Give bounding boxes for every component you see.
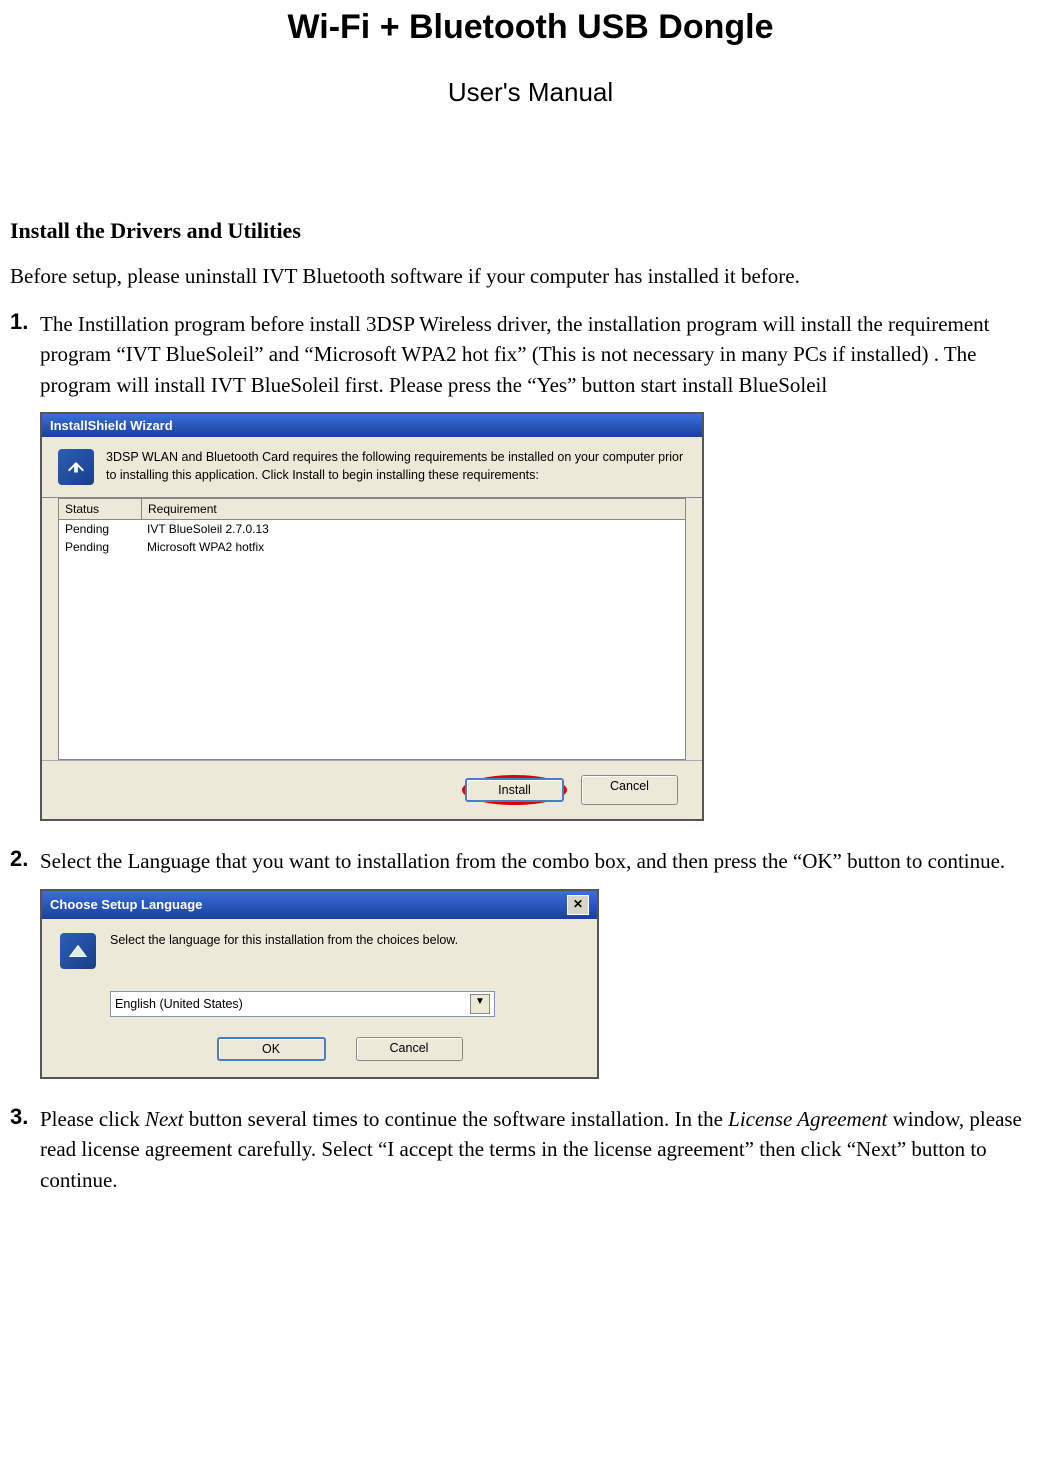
installer-icon [60,933,96,969]
row-requirement: IVT BlueSoleil 2.7.0.13 [141,520,685,538]
close-icon[interactable]: ✕ [567,895,589,915]
step-1-text: The Instillation program before install … [40,309,1051,400]
wizard-description: 3DSP WLAN and Bluetooth Card requires th… [106,449,686,485]
chevron-down-icon[interactable]: ▼ [470,994,490,1014]
page-title: Wi-Fi + Bluetooth USB Dongle [10,8,1051,47]
choose-language-window: Choose Setup Language ✕ Select the langu… [40,889,599,1079]
requirements-header: Status Requirement [59,499,685,520]
intro-text: Before setup, please uninstall IVT Bluet… [10,264,1051,289]
section-heading: Install the Drivers and Utilities [10,218,1051,244]
installer-icon [58,449,94,485]
row-status: Pending [59,520,141,538]
step-3-text: Please click Next button several times t… [40,1104,1051,1195]
install-button[interactable]: Install [465,778,564,802]
language-dropdown[interactable]: English (United States) ▼ [110,991,495,1017]
step-1-number: 1. [10,309,40,400]
step-3-number: 3. [10,1104,40,1195]
cancel-button[interactable]: Cancel [356,1037,463,1061]
lang-select-row: English (United States) ▼ [42,983,597,1031]
header-requirement: Requirement [142,499,685,519]
table-row: Pending Microsoft WPA2 hotfix [59,538,685,556]
wizard-footer: Install Cancel [42,760,702,819]
wizard-titlebar: InstallShield Wizard [42,414,702,437]
lang-title-text: Choose Setup Language [50,897,202,912]
step-2-text: Select the Language that you want to ins… [40,846,1051,876]
lang-titlebar: Choose Setup Language ✕ [42,891,597,919]
lang-body: Select the language for this installatio… [42,919,597,983]
step-2: 2. Select the Language that you want to … [10,846,1051,876]
header-status: Status [59,499,142,519]
ok-button[interactable]: OK [217,1037,326,1061]
page-subtitle: User's Manual [10,77,1051,108]
step-2-number: 2. [10,846,40,876]
install-highlight-ellipse: Install [462,775,567,805]
installshield-wizard-window: InstallShield Wizard 3DSP WLAN and Bluet… [40,412,704,821]
requirements-table: Status Requirement Pending IVT BlueSolei… [58,498,686,760]
row-status: Pending [59,538,141,556]
selected-language: English (United States) [115,997,243,1011]
row-requirement: Microsoft WPA2 hotfix [141,538,685,556]
lang-footer: OK Cancel [42,1031,597,1077]
lang-description: Select the language for this installatio… [110,933,458,947]
cancel-button[interactable]: Cancel [581,775,678,805]
step-3: 3. Please click Next button several time… [10,1104,1051,1195]
table-row: Pending IVT BlueSoleil 2.7.0.13 [59,520,685,538]
step-1: 1. The Instillation program before insta… [10,309,1051,400]
wizard-body: 3DSP WLAN and Bluetooth Card requires th… [42,437,702,498]
